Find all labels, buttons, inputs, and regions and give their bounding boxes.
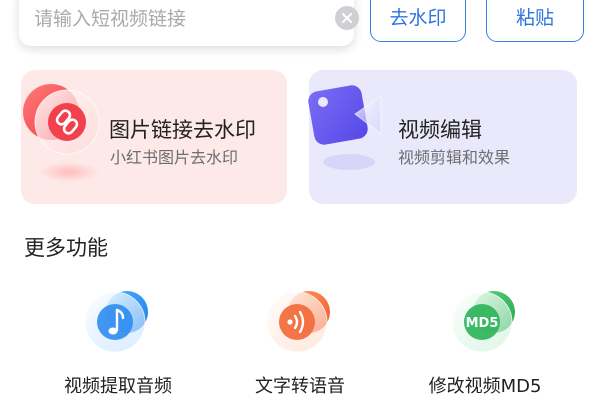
clear-icon[interactable] xyxy=(335,6,359,30)
card-title: 视频编辑 xyxy=(398,118,482,142)
feature-label: 文字转语音 xyxy=(255,376,345,397)
video-edit-card[interactable]: 视频编辑 视频剪辑和效果 xyxy=(308,70,577,204)
remove-watermark-button[interactable]: 去水印 xyxy=(370,0,466,42)
image-link-watermark-card[interactable]: 图片链接去水印 小红书图片去水印 xyxy=(21,70,287,204)
feature-label: 视频提取音频 xyxy=(64,376,172,397)
feature-label: 修改视频MD5 xyxy=(428,376,542,397)
extract-audio-feature[interactable]: 视频提取音频 xyxy=(33,288,203,398)
card-subtitle: 视频剪辑和效果 xyxy=(398,148,511,167)
md5-icon: MD5 xyxy=(450,288,520,358)
card-subtitle: 小红书图片去水印 xyxy=(110,148,239,167)
sound-wave-icon xyxy=(265,288,335,358)
md5-icon-text: MD5 xyxy=(466,316,499,331)
video-edit-icon xyxy=(308,85,382,170)
card-title: 图片链接去水印 xyxy=(109,118,256,142)
paste-button[interactable]: 粘贴 xyxy=(486,0,584,42)
app-screen: 请输入短视频链接 去水印 粘贴 图片链接去水印 小红书图片去水印 视频编辑 视频… xyxy=(0,0,600,399)
more-features-title: 更多功能 xyxy=(24,236,108,260)
modify-md5-feature[interactable]: MD5 修改视频MD5 xyxy=(400,288,570,398)
search-input[interactable]: 请输入短视频链接 xyxy=(19,0,359,46)
search-placeholder: 请输入短视频链接 xyxy=(34,8,187,30)
music-note-icon xyxy=(83,288,153,358)
text-to-speech-feature[interactable]: 文字转语音 xyxy=(215,288,385,398)
link-icon xyxy=(23,84,100,182)
